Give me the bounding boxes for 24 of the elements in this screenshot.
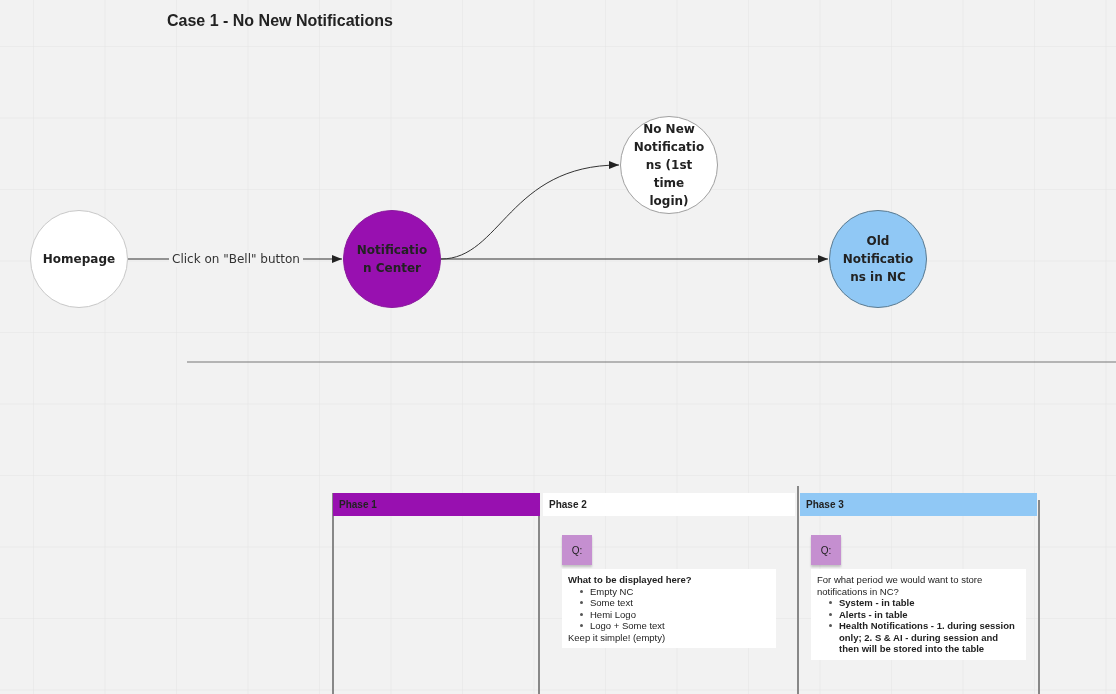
phase-header: Phase 2 [543,493,795,516]
note-text: For what period we would want to store notifications in NC? [817,574,983,597]
sticky-note: Q: [811,535,841,565]
bullet-icon [580,589,583,593]
diagram-title: Case 1 - No New Notifications [167,11,393,31]
list-item: Hemi Logo [590,608,636,620]
connector-label: Click on "Bell" button [169,251,303,267]
bullet-icon [580,624,583,627]
list-item: Health Notifications - 1. during session only; 2. S & AI - during session and then will be stored into the table [839,620,1016,655]
list-item: Empty NC [590,585,634,597]
note-text: Keep it simple! (empty) [568,631,666,643]
list-item: System - in table [839,597,915,609]
bullet-icon [829,624,832,627]
list-item: Alerts - in table [839,608,908,620]
sticky-note: Q: [562,535,592,565]
bullet-icon [580,601,583,604]
list-item: Logo + Some text [590,620,665,632]
bullet-icon [580,612,583,616]
list-item: Some text [590,597,633,609]
bullet-icon [829,601,832,604]
bullet-icon [829,612,832,616]
phase-header: Phase 1 [333,493,540,516]
phase-header: Phase 3 [800,493,1037,516]
note-text: What to be displayed here? [568,574,692,585]
